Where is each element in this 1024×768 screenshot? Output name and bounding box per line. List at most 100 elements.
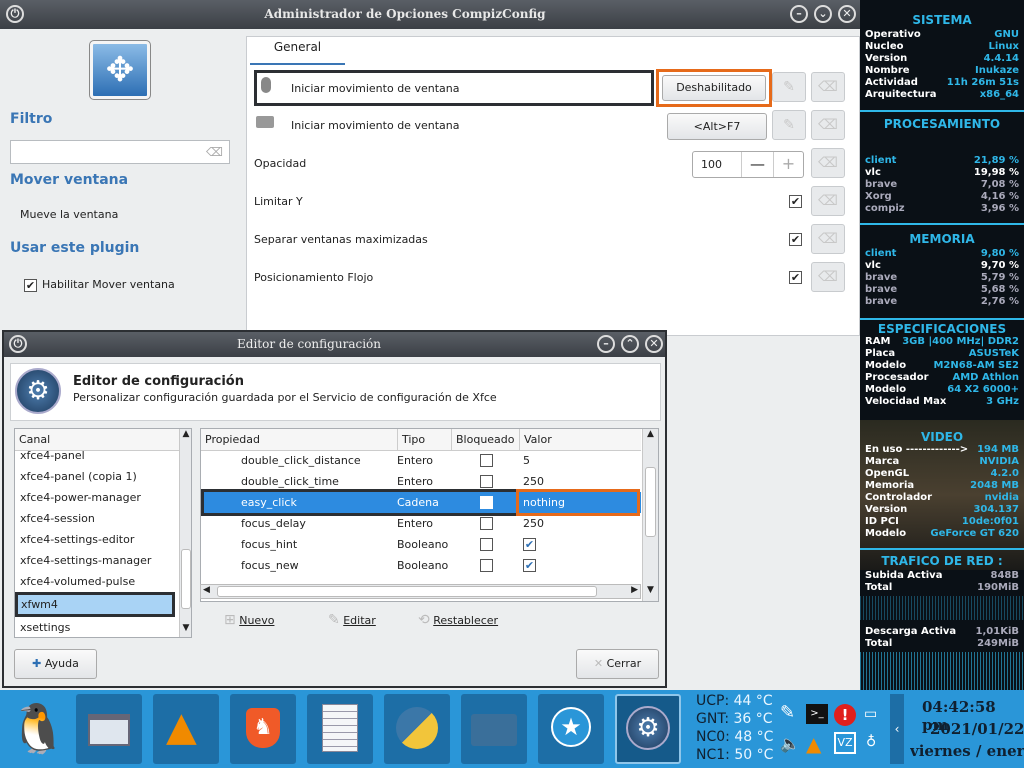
channel-list[interactable]: Canal xfce4-panel xfce4-panel (copia 1) xf…: [14, 428, 192, 638]
alert-icon[interactable]: !: [834, 704, 856, 726]
folder-task-icon[interactable]: [461, 694, 527, 764]
compiz-titlebar[interactable]: ⏻ Administrador de Opciones CompizConfig…: [0, 0, 860, 29]
filter-input[interactable]: ⌫: [10, 140, 230, 164]
vz-icon[interactable]: VZ: [834, 732, 856, 754]
opacity-spinbox[interactable]: 100 — +: [692, 151, 804, 178]
conky-key: Velocidad Max: [865, 396, 947, 407]
maximize-icon[interactable]: ⌃: [621, 335, 639, 353]
col-propiedad[interactable]: Propiedad: [205, 429, 260, 451]
minimize-icon[interactable]: –: [790, 5, 808, 23]
clear-icon[interactable]: ⌫: [206, 145, 223, 159]
move-plugin-icon: ✥: [89, 40, 151, 100]
table-row[interactable]: focus_hint Booleano ✔: [201, 534, 641, 555]
new-button[interactable]: ⊞ Nuevo: [224, 612, 274, 628]
reset-icon[interactable]: ⌫: [811, 262, 845, 292]
maximize-icon[interactable]: ⌄: [814, 5, 832, 23]
close-icon[interactable]: ✕: [838, 5, 856, 23]
close-button[interactable]: ✕ Cerrar: [576, 649, 659, 679]
conky-row: Nombre Inukaze: [865, 65, 1019, 77]
reset-icon[interactable]: ⌫: [811, 186, 845, 216]
channel-item[interactable]: xfce4-panel (copia 1): [15, 466, 191, 487]
window-task-icon[interactable]: [76, 694, 142, 764]
volume-icon[interactable]: 🔈: [780, 734, 800, 753]
editor-titlebar[interactable]: ⏻ Editor de configuración – ⌃ ✕: [4, 332, 665, 357]
settings-editor-task-icon[interactable]: ⚙: [615, 694, 681, 764]
scroll-left-icon[interactable]: ◀: [203, 585, 210, 595]
table-row[interactable]: focus_new Booleano ✔: [201, 555, 641, 576]
tab-general[interactable]: General: [250, 37, 345, 65]
terminal-icon[interactable]: >_: [806, 704, 828, 724]
channel-item[interactable]: xfce4-settings-manager: [15, 550, 191, 571]
minimize-icon[interactable]: –: [597, 335, 615, 353]
property-value[interactable]: 250: [523, 513, 544, 534]
locked-checkbox[interactable]: [480, 538, 493, 551]
vlc-task-icon[interactable]: ▲: [153, 694, 219, 764]
scroll-right-icon[interactable]: ▶: [631, 585, 638, 595]
edit-icon[interactable]: ✎: [772, 110, 806, 140]
snapoff-maximized-checkbox[interactable]: ✔: [789, 233, 802, 246]
reset-icon[interactable]: ⌫: [811, 72, 845, 102]
reset-icon[interactable]: ⌫: [811, 148, 845, 178]
decrease-icon[interactable]: —: [741, 152, 773, 177]
locked-checkbox[interactable]: [480, 517, 493, 530]
channel-item[interactable]: xfce4-settings-editor: [15, 529, 191, 550]
edit-button[interactable]: ✎ Editar: [328, 612, 376, 628]
scroll-up-icon[interactable]: ▲: [180, 429, 191, 443]
locked-checkbox[interactable]: [480, 559, 493, 572]
vlc-tray-icon[interactable]: ▲: [806, 732, 821, 756]
scroll-down-icon[interactable]: ▼: [643, 585, 658, 599]
conky-key: client: [865, 155, 897, 166]
conky-key: Procesador: [865, 372, 929, 383]
channel-item[interactable]: xsettings: [15, 617, 191, 637]
clip-icon[interactable]: ✎: [780, 702, 795, 723]
col-bloqueado[interactable]: Bloqueado: [451, 429, 515, 451]
reset-icon[interactable]: ⌫: [811, 110, 845, 140]
enable-plugin-checkbox[interactable]: ✔: [24, 279, 37, 292]
display-icon[interactable]: ▭: [864, 706, 877, 722]
value-checkbox[interactable]: ✔: [523, 559, 536, 572]
channel-item[interactable]: xfwm4: [15, 592, 175, 617]
scroll-down-icon[interactable]: ▼: [180, 623, 191, 637]
scroll-thumb[interactable]: [181, 549, 191, 609]
python-task-icon[interactable]: [384, 694, 450, 764]
mouse-binding-button[interactable]: Deshabilitado: [662, 75, 766, 101]
locked-checkbox[interactable]: [480, 454, 493, 467]
table-row[interactable]: focus_delay Entero 250: [201, 513, 641, 534]
row-label: Limitar Y: [254, 195, 303, 208]
reset-icon[interactable]: ⌫: [811, 224, 845, 254]
property-scrollbar[interactable]: ▲ ▼: [642, 429, 658, 601]
reset-button[interactable]: ⟲ Restablecer: [418, 612, 498, 628]
scroll-up-icon[interactable]: ▲: [643, 429, 658, 443]
brave-task-icon[interactable]: ♞: [230, 694, 296, 764]
col-valor[interactable]: Valor: [519, 429, 552, 451]
col-tipo[interactable]: Tipo: [397, 429, 425, 451]
enable-plugin-label: Habilitar Mover ventana: [42, 278, 175, 291]
edit-icon[interactable]: ✎: [772, 72, 806, 102]
increase-icon[interactable]: +: [773, 152, 803, 177]
conky-key: brave: [865, 296, 898, 307]
close-icon[interactable]: ✕: [645, 335, 663, 353]
clock[interactable]: 04:42:58 pm 2021/01/22 viernes / enero: [906, 694, 1024, 764]
conky-panel: SISTEMA PROCESAMIENTO MEMORIA ESPECIFICA…: [860, 0, 1024, 690]
channel-item[interactable]: xfce4-session: [15, 508, 191, 529]
limit-y-checkbox[interactable]: ✔: [789, 195, 802, 208]
bulb-icon[interactable]: ♁: [866, 734, 876, 750]
scroll-thumb[interactable]: [645, 467, 656, 537]
table-row[interactable]: double_click_distance Entero 5: [201, 450, 641, 471]
channel-item[interactable]: xfce4-panel: [15, 445, 191, 466]
property-value[interactable]: 5: [523, 450, 530, 471]
document-task-icon[interactable]: [307, 694, 373, 764]
key-binding-button[interactable]: <Alt>F7: [667, 113, 767, 140]
value-checkbox[interactable]: ✔: [523, 538, 536, 551]
channel-scrollbar[interactable]: ▲ ▼: [179, 429, 191, 637]
lazy-positioning-checkbox[interactable]: ✔: [789, 271, 802, 284]
collapse-icon[interactable]: ‹: [890, 694, 904, 764]
tux-menu-icon[interactable]: 🐧: [8, 696, 68, 762]
channel-item[interactable]: xfce4-power-manager: [15, 487, 191, 508]
hscroll-thumb[interactable]: [217, 586, 597, 597]
favorites-task-icon[interactable]: ★: [538, 694, 604, 764]
help-button[interactable]: ✚ Ayuda: [14, 649, 97, 679]
channel-item[interactable]: xfce4-volumed-pulse: [15, 571, 191, 592]
locked-checkbox[interactable]: [480, 475, 493, 488]
horizontal-scrollbar[interactable]: ◀ ▶: [200, 584, 641, 599]
